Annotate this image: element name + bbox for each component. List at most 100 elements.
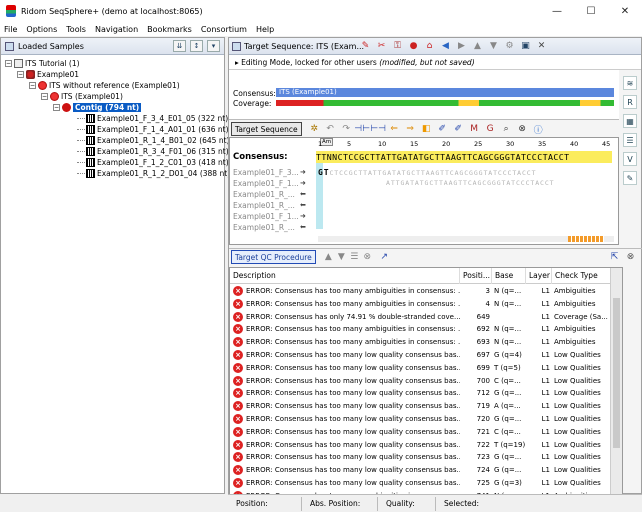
read-name[interactable]: Example01_F_3... [233, 168, 299, 177]
clear-icon[interactable]: ⊗ [516, 123, 529, 135]
sort-icon[interactable]: ↕ [190, 40, 203, 52]
menu-help[interactable]: Help [256, 25, 274, 34]
close-button[interactable]: ✕ [608, 0, 642, 22]
toolbox-icon[interactable]: ⚙ [503, 40, 516, 52]
pin-icon[interactable]: ● [407, 40, 420, 52]
alignment-scroll-thumb[interactable] [568, 236, 604, 242]
table-row[interactable]: ×ERROR: Consensus has too many ambiguiti… [230, 285, 622, 298]
tree-item-target-no-ref[interactable]: − ITS without reference (Example01) [29, 80, 180, 91]
variants-icon[interactable]: V [623, 152, 637, 166]
tree-item-read[interactable]: Example01_R_1_4_B01_02 (645 nt) [77, 135, 229, 146]
read-name[interactable]: Example01_R_... [233, 223, 295, 232]
tab-target-qc-procedure[interactable]: Target QC Procedure [231, 250, 316, 264]
home-icon[interactable]: ⌂ [423, 40, 436, 52]
table-row[interactable]: ×ERROR: Consensus has too many ambiguiti… [230, 323, 622, 336]
export-icon[interactable]: ⇱ [608, 251, 621, 263]
tree-item-sample[interactable]: − Example01 [17, 69, 79, 80]
collapse-toggle-icon[interactable]: − [5, 60, 12, 67]
table-row[interactable]: × ERROR: Consensus has too many low quali… [230, 451, 622, 464]
column-description[interactable]: Description [230, 268, 460, 284]
read-name[interactable]: Example01_R_... [233, 201, 295, 210]
collapse-toggle-icon[interactable]: − [41, 93, 48, 100]
edit-icon[interactable]: ✎ [359, 40, 372, 52]
coverage-overview-bar[interactable] [276, 100, 614, 106]
redo-icon[interactable]: ↷ [340, 123, 353, 135]
back-icon[interactable]: ◀ [439, 40, 452, 52]
tree-item-read[interactable]: Example01_R_1_2_D01_04 (388 nt) [77, 168, 230, 179]
menu-tools[interactable]: Tools [66, 25, 86, 34]
sequence-alignment-view[interactable]: Am 1 5 10 15 20 25 30 35 40 45 Consensus… [229, 137, 619, 245]
read-name[interactable]: Example01_F_1... [233, 212, 299, 221]
menu-consortium[interactable]: Consortium [201, 25, 247, 34]
forward-icon[interactable]: ▶ [455, 40, 468, 52]
qc-menu-icon[interactable]: ☰ [348, 251, 361, 263]
reference-icon[interactable]: R [623, 95, 637, 109]
table-row[interactable]: × ERROR: Consensus has too many low quali… [230, 477, 622, 490]
brush-icon[interactable]: ✐ [436, 123, 449, 135]
qc-up-icon[interactable]: ▲ [322, 251, 335, 263]
move-left-icon[interactable]: ⇐ [388, 123, 401, 135]
minimize-button[interactable]: — [540, 0, 574, 22]
qc-down-icon[interactable]: ▼ [335, 251, 348, 263]
collapse-toggle-icon[interactable]: − [17, 71, 24, 78]
close-panel-icon[interactable]: ✕ [535, 40, 548, 52]
down-icon[interactable]: ▼ [487, 40, 500, 52]
menu-file[interactable]: File [4, 25, 17, 34]
table-scrollbar[interactable] [610, 268, 622, 494]
maximize-button[interactable]: ☐ [574, 0, 608, 22]
collapse-toggle-icon[interactable]: − [29, 82, 36, 89]
menu-options[interactable]: Options [26, 25, 57, 34]
highlight-icon[interactable]: ◧ [420, 123, 433, 135]
table-row[interactable]: × ERROR: Consensus has too many low quali… [230, 387, 622, 400]
consensus-overview-bar[interactable]: ITS (Example01) [276, 88, 614, 97]
table-row[interactable]: ×ERROR: Consensus has too many ambiguiti… [230, 336, 622, 349]
zoom-icon[interactable]: ⌕ [500, 123, 513, 135]
undo-icon[interactable]: ↶ [324, 123, 337, 135]
tree-item-read[interactable]: Example01_F_1_2_C01_03 (418 nt) [77, 157, 229, 168]
collapse-icon[interactable]: ⇊ [173, 40, 186, 52]
mutation-icon[interactable]: M [468, 123, 481, 135]
table-row[interactable]: × ERROR: Consensus has too many low quali… [230, 375, 622, 388]
info-icon[interactable]: ⓘ [532, 123, 545, 136]
pencil-icon[interactable]: ✎ [623, 171, 637, 185]
column-position[interactable]: Positi... [460, 268, 492, 284]
tree-item-target[interactable]: − ITS (Example01) [41, 91, 123, 102]
editing-mode-bar[interactable]: ▸ Editing Mode, locked for other users (… [229, 55, 641, 70]
table-row[interactable]: × ERROR: Consensus has too many low quali… [230, 362, 622, 375]
read-name[interactable]: Example01_F_1... [233, 179, 299, 188]
qc-cancel-icon[interactable]: ⊗ [361, 251, 374, 263]
read-name[interactable]: Example01_R_... [233, 190, 295, 199]
view-menu-icon[interactable]: ▾ [207, 40, 220, 52]
menu-navigation[interactable]: Navigation [95, 25, 138, 34]
table-scroll-thumb[interactable] [613, 298, 620, 448]
tab-target-sequence[interactable]: Target Sequence [231, 122, 302, 136]
up-icon[interactable]: ▲ [471, 40, 484, 52]
move-right-icon[interactable]: ⇒ [404, 123, 417, 135]
save-icon[interactable]: ▣ [519, 40, 532, 52]
table-row[interactable]: × ERROR: Consensus has too many low quali… [230, 426, 622, 439]
qc-close-icon[interactable]: ⊗ [624, 251, 637, 263]
collapse-toggle-icon[interactable]: − [53, 104, 60, 111]
list-icon[interactable]: ☰ [623, 133, 637, 147]
table-row[interactable]: × ERROR: Consensus has only 74.91 % doubl… [230, 311, 622, 324]
matrix-icon[interactable]: ▦ [623, 114, 637, 128]
tree-item-contig[interactable]: − Contig (794 nt) [53, 102, 142, 113]
table-row[interactable]: × ERROR: Consensus has too many low quali… [230, 400, 622, 413]
column-check-type[interactable]: Check Type [552, 268, 612, 284]
tree-item-read[interactable]: Example01_R_3_4_F01_06 (315 nt) [77, 146, 229, 157]
column-base[interactable]: Base [492, 268, 526, 284]
insert-gap-icon[interactable]: ⊣⊢ [354, 123, 370, 135]
primer-icon[interactable]: ✂ [375, 40, 388, 52]
menu-bookmarks[interactable]: Bookmarks [147, 25, 192, 34]
tree-item-tutorial[interactable]: − ITS Tutorial (1) [5, 58, 80, 69]
table-row[interactable]: × ERROR: Consensus has too many low quali… [230, 464, 622, 477]
table-row[interactable]: × ERROR: Consensus has too many low quali… [230, 439, 622, 452]
delete-column-icon[interactable]: ⊢⊣ [370, 123, 386, 135]
gap-marker-icon[interactable]: G [484, 123, 497, 135]
table-row[interactable]: × ERROR: Consensus has too many low quali… [230, 413, 622, 426]
column-layer[interactable]: Layer [526, 268, 552, 284]
qc-chart-icon[interactable]: ↗ [378, 251, 391, 263]
lock-icon[interactable]: ⚿ [391, 40, 404, 52]
table-row[interactable]: ×ERROR: Consensus has too many ambiguiti… [230, 298, 622, 311]
alignment-scrollbar[interactable] [318, 236, 614, 242]
